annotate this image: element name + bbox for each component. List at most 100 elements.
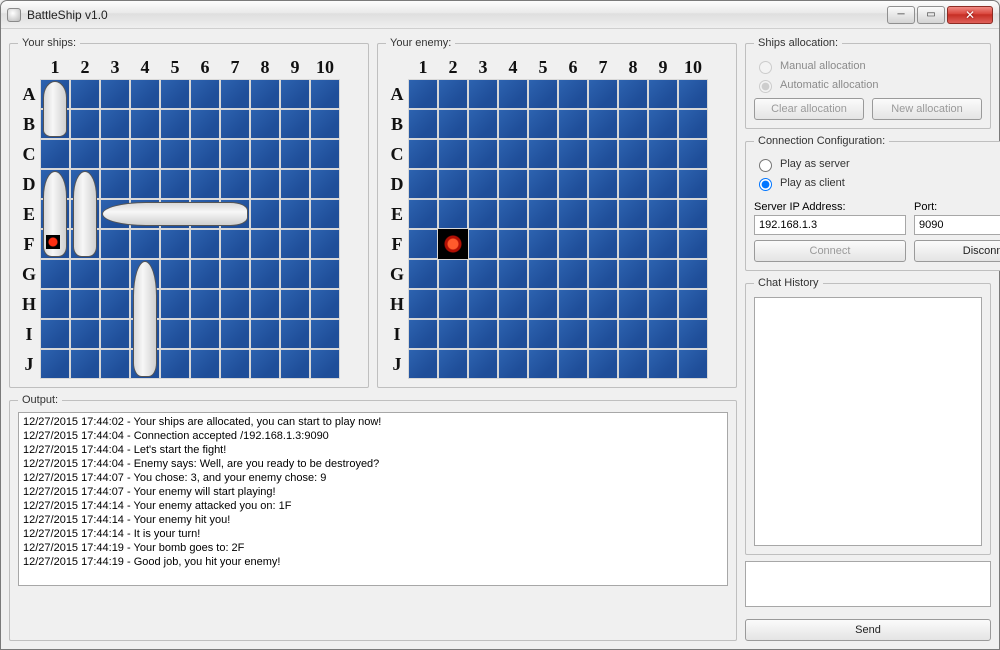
cell[interactable] — [250, 259, 280, 289]
cell[interactable] — [160, 229, 190, 259]
disconnect-button[interactable]: Disconnect — [914, 240, 1000, 262]
cell[interactable] — [70, 349, 100, 379]
cell[interactable] — [618, 259, 648, 289]
maximize-button[interactable]: ▭ — [917, 6, 945, 24]
cell[interactable] — [100, 349, 130, 379]
minimize-button[interactable]: ─ — [887, 6, 915, 24]
cell[interactable] — [160, 139, 190, 169]
play-as-server-radio[interactable]: Play as server — [754, 156, 1000, 172]
cell[interactable] — [498, 109, 528, 139]
cell[interactable] — [190, 169, 220, 199]
cell[interactable] — [588, 319, 618, 349]
cell[interactable] — [70, 169, 100, 199]
cell[interactable] — [280, 259, 310, 289]
cell[interactable] — [100, 259, 130, 289]
cell[interactable] — [408, 319, 438, 349]
cell[interactable] — [100, 79, 130, 109]
cell[interactable] — [130, 259, 160, 289]
cell[interactable] — [588, 229, 618, 259]
cell[interactable] — [220, 289, 250, 319]
cell[interactable] — [220, 229, 250, 259]
cell[interactable] — [408, 229, 438, 259]
cell[interactable] — [40, 229, 70, 259]
cell[interactable] — [190, 289, 220, 319]
play-as-client-radio[interactable]: Play as client — [754, 175, 1000, 191]
cell[interactable] — [498, 259, 528, 289]
cell[interactable] — [100, 109, 130, 139]
cell[interactable] — [528, 139, 558, 169]
cell[interactable] — [468, 199, 498, 229]
cell[interactable] — [160, 199, 190, 229]
cell[interactable] — [648, 289, 678, 319]
cell[interactable] — [678, 79, 708, 109]
cell[interactable] — [528, 349, 558, 379]
cell[interactable] — [40, 349, 70, 379]
cell[interactable] — [618, 289, 648, 319]
cell[interactable] — [130, 79, 160, 109]
chat-input[interactable] — [745, 561, 991, 607]
cell[interactable] — [310, 349, 340, 379]
cell[interactable] — [438, 289, 468, 319]
cell[interactable] — [468, 229, 498, 259]
cell[interactable] — [250, 289, 280, 319]
cell[interactable] — [100, 289, 130, 319]
cell[interactable] — [250, 229, 280, 259]
cell[interactable] — [160, 79, 190, 109]
cell[interactable] — [618, 169, 648, 199]
cell[interactable] — [648, 79, 678, 109]
cell[interactable] — [280, 139, 310, 169]
cell[interactable] — [648, 349, 678, 379]
cell[interactable] — [438, 259, 468, 289]
cell[interactable] — [678, 169, 708, 199]
cell[interactable] — [648, 169, 678, 199]
cell[interactable] — [558, 169, 588, 199]
cell[interactable] — [220, 139, 250, 169]
cell[interactable] — [408, 79, 438, 109]
cell[interactable] — [70, 289, 100, 319]
cell[interactable] — [40, 79, 70, 109]
cell[interactable] — [588, 109, 618, 139]
cell[interactable] — [100, 169, 130, 199]
cell[interactable] — [558, 139, 588, 169]
server-ip-input[interactable] — [754, 215, 906, 235]
cell[interactable] — [648, 229, 678, 259]
cell[interactable] — [678, 349, 708, 379]
cell[interactable] — [588, 79, 618, 109]
cell[interactable] — [408, 289, 438, 319]
cell[interactable] — [190, 79, 220, 109]
cell[interactable] — [220, 109, 250, 139]
cell[interactable] — [70, 139, 100, 169]
cell[interactable] — [190, 349, 220, 379]
clear-allocation-button[interactable]: Clear allocation — [754, 98, 864, 120]
cell[interactable] — [190, 109, 220, 139]
cell[interactable] — [498, 199, 528, 229]
cell[interactable] — [588, 199, 618, 229]
cell[interactable] — [250, 199, 280, 229]
cell[interactable] — [40, 109, 70, 139]
cell[interactable] — [618, 199, 648, 229]
cell[interactable] — [280, 229, 310, 259]
cell[interactable] — [498, 79, 528, 109]
cell[interactable] — [130, 349, 160, 379]
cell[interactable] — [678, 289, 708, 319]
cell[interactable] — [588, 349, 618, 379]
cell[interactable] — [250, 349, 280, 379]
cell[interactable] — [678, 199, 708, 229]
cell[interactable] — [190, 199, 220, 229]
cell[interactable] — [250, 109, 280, 139]
cell[interactable] — [280, 169, 310, 199]
cell[interactable] — [528, 169, 558, 199]
enemy-board[interactable]: 12345678910ABCDEFGHIJ — [386, 55, 708, 379]
cell[interactable] — [498, 319, 528, 349]
play-as-client-radio-input[interactable] — [759, 178, 772, 191]
cell[interactable] — [528, 199, 558, 229]
cell[interactable] — [468, 169, 498, 199]
cell[interactable] — [70, 109, 100, 139]
cell[interactable] — [498, 289, 528, 319]
cell[interactable] — [280, 199, 310, 229]
cell[interactable] — [160, 259, 190, 289]
cell[interactable] — [588, 259, 618, 289]
send-button[interactable]: Send — [745, 619, 991, 641]
cell[interactable] — [100, 199, 130, 229]
cell[interactable] — [438, 169, 468, 199]
